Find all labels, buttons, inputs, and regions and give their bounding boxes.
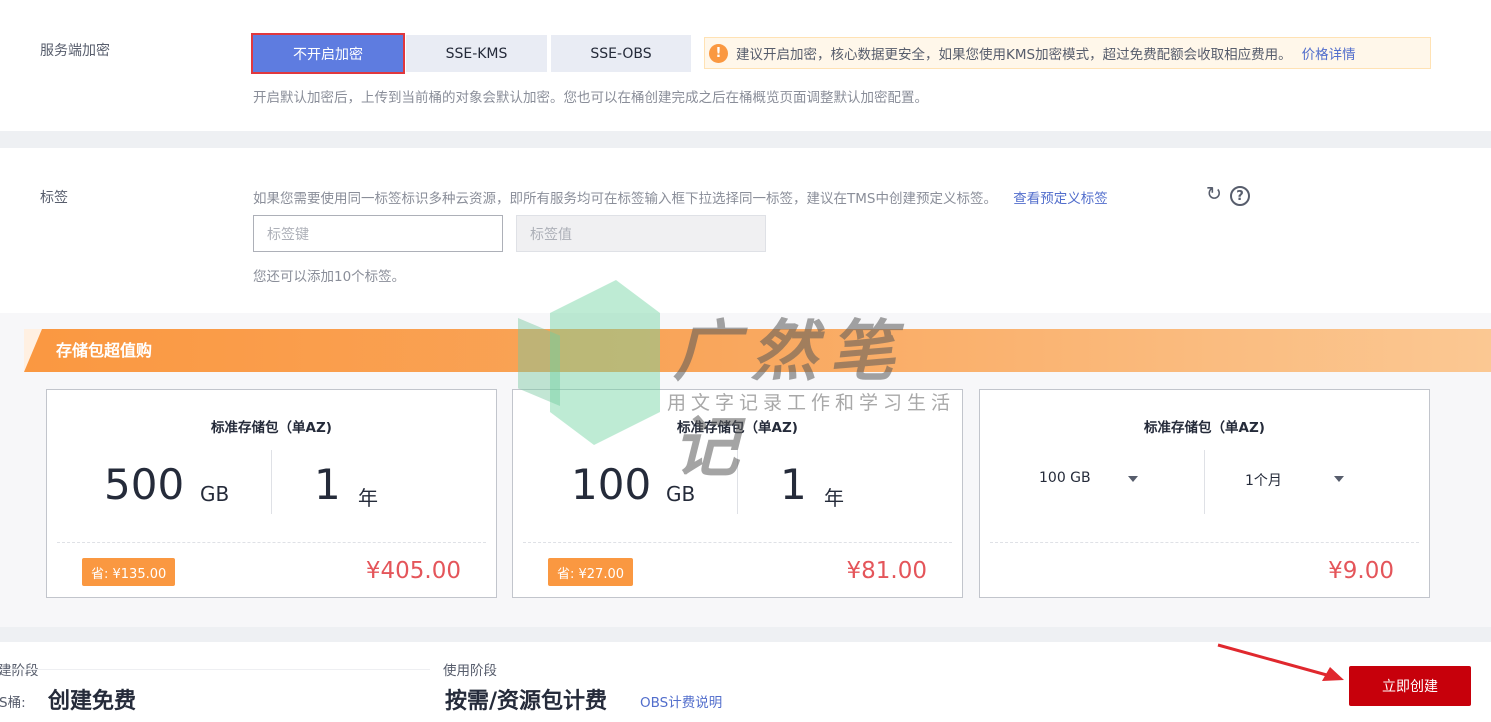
warning-icon: ! — [709, 43, 728, 63]
use-stage-label: 使用阶段 — [443, 663, 497, 679]
divider — [1204, 450, 1205, 514]
card-term-unit: 年 — [824, 486, 844, 510]
divider — [0, 669, 430, 670]
option-sse-kms[interactable]: SSE-KMS — [406, 35, 547, 72]
card-term-unit: 年 — [358, 486, 378, 510]
view-predefined-tags-link[interactable]: 查看预定义标签 — [1013, 191, 1108, 207]
help-icon[interactable]: ? — [1230, 186, 1250, 206]
divider — [737, 450, 738, 514]
price-details-link[interactable]: 价格详情 — [1302, 43, 1356, 63]
storage-package-card-100gb[interactable]: 标准存储包（单AZ) 100 GB 1 年 省: ¥27.00 ¥81.00 — [512, 389, 963, 598]
promo-title: 存储包超值购 — [56, 341, 153, 360]
card-term: 1 — [780, 460, 807, 509]
tags-description: 如果您需要使用同一标签标识多种云资源，即所有服务均可在标签输入框下拉选择同一标签… — [253, 187, 1108, 207]
tags-hint: 您还可以添加10个标签。 — [253, 269, 406, 285]
storage-package-card-500gb[interactable]: 标准存储包（单AZ) 500 GB 1 年 省: ¥135.00 ¥405.00 — [46, 389, 497, 598]
card-size: 500 — [104, 460, 185, 509]
create-stage-prefix: S桶: — [0, 695, 26, 711]
card-title: 标准存储包（单AZ) — [211, 420, 332, 436]
card-size-unit: GB — [200, 482, 230, 506]
encryption-panel: 服务端加密 不开启加密 SSE-KMS SSE-OBS ! 建议开启加密，核心数… — [0, 0, 1491, 131]
card-size: 100 — [571, 460, 652, 509]
promo-banner: 存储包超值购 — [24, 329, 1491, 372]
card-price: ¥9.00 — [1328, 558, 1394, 584]
create-stage-value: 创建免费 — [48, 689, 137, 714]
card-title: 标准存储包（单AZ) — [677, 420, 798, 436]
notice-text: 建议开启加密，核心数据更安全，如果您使用KMS加密模式，超过免费配额会收取相应费… — [736, 47, 1292, 63]
card-price: ¥405.00 — [365, 558, 461, 584]
card-title: 标准存储包（单AZ) — [1144, 420, 1265, 436]
divider — [990, 542, 1419, 543]
obs-billing-link[interactable]: OBS计费说明 — [640, 691, 722, 711]
option-sse-obs[interactable]: SSE-OBS — [551, 35, 691, 72]
encryption-label: 服务端加密 — [40, 43, 110, 59]
card-size-unit: GB — [666, 482, 696, 506]
encryption-hint: 开启默认加密后，上传到当前桶的对象会默认加密。您也可以在桶创建完成之后在桶概览页… — [253, 90, 928, 106]
refresh-icon[interactable]: ↻ — [1206, 183, 1222, 205]
size-select[interactable]: 100 GB — [1039, 470, 1091, 486]
tag-key-input[interactable]: 标签键 — [253, 215, 503, 252]
card-term: 1 — [314, 460, 341, 509]
card-price: ¥81.00 — [846, 558, 927, 584]
create-now-button[interactable]: 立即创建 — [1349, 666, 1471, 706]
tags-panel: 标签 如果您需要使用同一标签标识多种云资源，即所有服务均可在标签输入框下拉选择同… — [0, 148, 1491, 313]
divider — [57, 542, 486, 543]
annotation-arrow-icon — [1217, 643, 1344, 681]
option-no-encryption[interactable]: 不开启加密 — [251, 33, 405, 74]
tags-desc-text: 如果您需要使用同一标签标识多种云资源，即所有服务均可在标签输入框下拉选择同一标签… — [253, 191, 997, 207]
divider — [271, 450, 272, 514]
savings-badge: 省: ¥27.00 — [548, 558, 633, 586]
chevron-down-icon[interactable] — [1334, 476, 1344, 482]
storage-package-card-custom[interactable]: 标准存储包（单AZ) 100 GB 1个月 ¥9.00 — [979, 389, 1430, 598]
tag-value-input[interactable]: 标签值 — [516, 215, 766, 252]
tags-label: 标签 — [40, 190, 68, 206]
use-stage-value: 按需/资源包计费 — [445, 689, 608, 714]
encryption-notice: ! 建议开启加密，核心数据更安全，如果您使用KMS加密模式，超过免费配额会收取相… — [704, 37, 1431, 69]
chevron-down-icon[interactable] — [1128, 476, 1138, 482]
savings-badge: 省: ¥135.00 — [82, 558, 176, 586]
divider — [523, 542, 952, 543]
banner-ribbon — [24, 329, 42, 372]
term-select[interactable]: 1个月 — [1245, 470, 1282, 490]
